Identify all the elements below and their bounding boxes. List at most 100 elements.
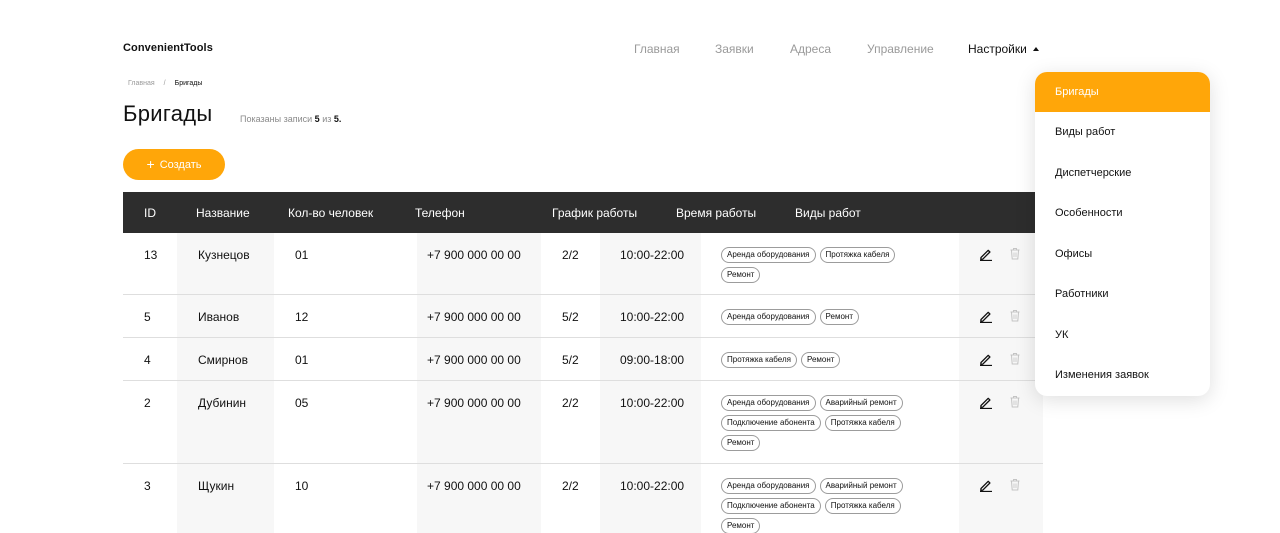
settings-menu-item-offices[interactable]: Офисы	[1035, 234, 1210, 274]
page-title: Бригады	[123, 101, 213, 126]
cell-id: 3	[144, 479, 151, 493]
settings-menu-item-features[interactable]: Особенности	[1035, 193, 1210, 233]
work-type-tag: Протяжка кабеля	[824, 415, 901, 431]
work-type-tags: Аренда оборудования Ремонт	[721, 309, 931, 325]
pencil-icon[interactable]	[979, 309, 993, 324]
work-type-tags: Аренда оборудования Аварийный ремонт Подкл…	[721, 478, 931, 533]
trash-icon[interactable]	[1009, 247, 1021, 260]
cell-name: Смирнов	[198, 353, 248, 367]
work-type-tag: Аварийный ремонт	[819, 395, 903, 411]
cell-name: Щукин	[198, 479, 235, 493]
breadcrumb-separator: /	[163, 80, 166, 87]
pencil-icon[interactable]	[979, 395, 993, 410]
work-type-tag: Аренда оборудования	[721, 395, 816, 411]
create-button-label: Создать	[159, 158, 202, 171]
records-total: 5.	[333, 114, 342, 124]
cell-schedule: 2/2	[562, 396, 579, 410]
cell-people: 01	[295, 353, 309, 367]
header-schedule: График работы	[552, 206, 638, 220]
brand-logo[interactable]: ConvenientTools	[123, 42, 213, 54]
trash-icon[interactable]	[1009, 309, 1021, 322]
settings-dropdown: Бригады Виды работ Диспетчерские Особенн…	[1035, 72, 1210, 396]
breadcrumb: Главная / Бригады	[128, 80, 202, 87]
work-type-tag: Аварийный ремонт	[819, 478, 903, 494]
work-type-tag: Подключение абонента	[721, 415, 821, 431]
records-prefix: Показаны записи	[240, 114, 313, 124]
work-type-tag: Подключение абонента	[721, 498, 821, 514]
cell-time: 10:00-22:00	[620, 396, 685, 410]
settings-menu-item-request-changes[interactable]: Изменения заявок	[1035, 355, 1210, 395]
cell-schedule: 5/2	[562, 310, 579, 324]
cell-schedule: 2/2	[562, 248, 579, 262]
brigades-table: ID Название Кол-во человек Телефон Графи…	[123, 192, 1043, 533]
records-shown: 5	[314, 114, 320, 124]
records-of: из	[322, 114, 332, 124]
top-header: ConvenientTools Главная Заявки Адреса Уп…	[0, 0, 1280, 70]
cell-name: Кузнецов	[198, 248, 250, 262]
work-type-tags: Аренда оборудования Аварийный ремонт Подкл…	[721, 395, 931, 451]
create-button[interactable]: + Создать	[123, 149, 225, 180]
settings-menu-item-dispatchers[interactable]: Диспетчерские	[1035, 153, 1210, 193]
work-type-tag: Ремонт	[721, 267, 761, 283]
cell-people: 01	[295, 248, 309, 262]
pencil-icon[interactable]	[979, 247, 993, 262]
plus-icon: +	[146, 155, 155, 172]
nav-item-addresses[interactable]: Адреса	[790, 42, 831, 56]
cell-phone: +7 900 000 00 00	[427, 310, 521, 324]
work-type-tag: Протяжка кабеля	[819, 247, 896, 263]
table-row: 13 Кузнецов 01 +7 900 000 00 00 2/2 10:00-22:…	[123, 233, 1043, 295]
cell-phone: +7 900 000 00 00	[427, 248, 521, 262]
cell-id: 5	[144, 310, 151, 324]
work-type-tag: Ремонт	[800, 352, 841, 368]
cell-phone: +7 900 000 00 00	[427, 479, 521, 493]
cell-name: Иванов	[198, 310, 240, 324]
cell-people: 12	[295, 310, 309, 324]
cell-time: 09:00-18:00	[620, 353, 685, 367]
pencil-icon[interactable]	[979, 478, 993, 493]
work-type-tag: Ремонт	[721, 435, 761, 451]
table-header: ID Название Кол-во человек Телефон Графи…	[123, 192, 1043, 233]
breadcrumb-home[interactable]: Главная	[128, 80, 155, 87]
work-type-tag: Аренда оборудования	[721, 478, 816, 494]
cell-schedule: 5/2	[562, 353, 579, 367]
cell-id: 2	[144, 396, 151, 410]
work-type-tag: Ремонт	[819, 309, 859, 325]
breadcrumb-current: Бригады	[174, 80, 203, 87]
work-type-tag: Ремонт	[721, 518, 761, 533]
settings-menu-item-work-types[interactable]: Виды работ	[1035, 112, 1210, 152]
trash-icon[interactable]	[1009, 395, 1021, 408]
trash-icon[interactable]	[1009, 352, 1021, 365]
nav-item-home[interactable]: Главная	[634, 42, 680, 56]
header-name: Название	[196, 206, 250, 220]
pencil-icon[interactable]	[979, 352, 993, 367]
cell-time: 10:00-22:00	[620, 310, 685, 324]
trash-icon[interactable]	[1009, 478, 1021, 491]
settings-menu-item-uk[interactable]: УК	[1035, 315, 1210, 355]
table-row: 2 Дубинин 05 +7 900 000 00 00 2/2 10:00-22:00…	[123, 381, 1043, 464]
nav-item-management[interactable]: Управление	[867, 42, 934, 56]
cell-schedule: 2/2	[562, 479, 579, 493]
cell-name: Дубинин	[198, 396, 247, 410]
cell-id: 4	[144, 353, 151, 367]
header-work-types: Виды работ	[795, 206, 861, 220]
nav-item-settings[interactable]: Настройки	[968, 42, 1039, 56]
work-type-tag: Аренда оборудования	[721, 309, 816, 325]
cell-people: 05	[295, 396, 309, 410]
cell-id: 13	[144, 248, 158, 262]
cell-phone: +7 900 000 00 00	[427, 353, 521, 367]
table-row: 5 Иванов 12 +7 900 000 00 00 5/2 10:00-22:00 А…	[123, 295, 1043, 338]
header-people: Кол-во человек	[288, 206, 374, 220]
work-type-tags: Протяжка кабеля Ремонт	[721, 352, 931, 368]
header-phone: Телефон	[415, 206, 465, 220]
nav-item-requests[interactable]: Заявки	[715, 42, 754, 56]
records-count: Показаны записи 5 из 5.	[240, 114, 341, 124]
settings-menu-item-workers[interactable]: Работники	[1035, 274, 1210, 314]
settings-menu-item-brigades[interactable]: Бригады	[1035, 72, 1210, 112]
work-type-tag: Аренда оборудования	[721, 247, 816, 263]
cell-people: 10	[295, 479, 309, 493]
header-id: ID	[144, 206, 156, 220]
work-type-tag: Протяжка кабеля	[721, 352, 797, 368]
work-type-tags: Аренда оборудования Протяжка кабеля Ремонт	[721, 247, 931, 283]
cell-time: 10:00-22:00	[620, 248, 685, 262]
cell-phone: +7 900 000 00 00	[427, 396, 521, 410]
